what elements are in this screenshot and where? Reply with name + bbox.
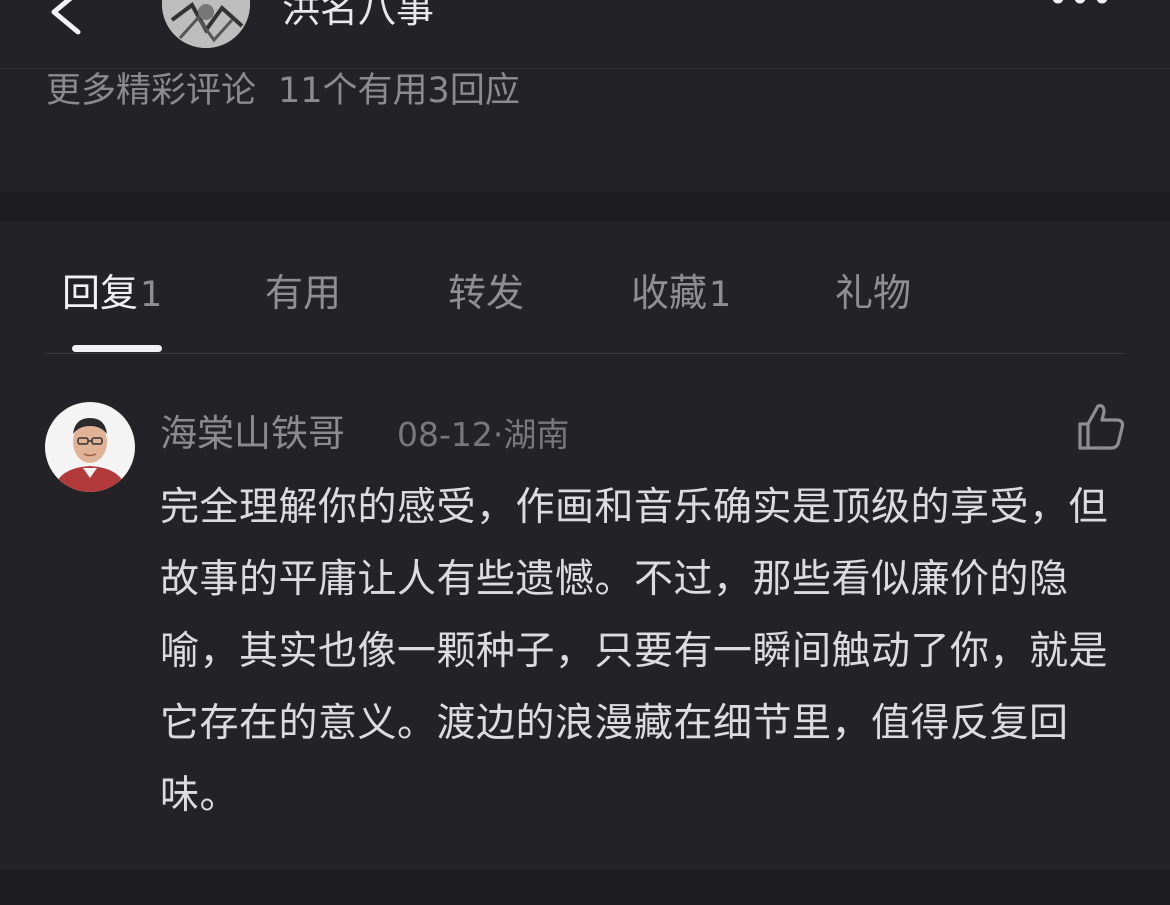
active-tab-indicator [72, 345, 162, 352]
reply-avatar[interactable] [45, 402, 135, 492]
more-dots-icon[interactable] [1048, 0, 1138, 12]
tabs-divider [45, 353, 1125, 354]
chevron-left-icon[interactable] [44, 0, 88, 36]
tab-favorites[interactable]: 收藏1 [631, 262, 731, 317]
bottom-area [0, 870, 1170, 905]
tab-replies-count: 1 [140, 275, 163, 315]
tab-useful-label: 有用 [265, 271, 342, 315]
reply-text: 完全理解你的感受，作画和音乐确实是顶级的享受，但故事的平庸让人有些遗憾。不过，那… [160, 485, 1109, 818]
more-comments-label: 更多精彩评论 [46, 71, 257, 111]
reply-meta: 08-12·湖南 [397, 415, 570, 454]
tab-repost-label: 转发 [448, 271, 525, 315]
tab-useful[interactable]: 有用 [265, 262, 341, 317]
comment-stats: 11个有用3回应 [278, 71, 520, 111]
author-avatar[interactable] [162, 0, 250, 48]
reply-author[interactable]: 海棠山铁哥 [160, 403, 345, 457]
tab-favorites-count: 1 [709, 275, 732, 315]
tab-gifts-label: 礼物 [835, 271, 912, 315]
tab-replies[interactable]: 回复1 [62, 262, 162, 317]
thumbs-up-icon[interactable] [1074, 400, 1128, 454]
comment-card: 更多精彩评论 11个有用3回应 [0, 69, 1170, 192]
page-title: 洪名八事 [282, 0, 435, 31]
top-bar: 洪名八事 [0, 0, 1170, 69]
tab-favorites-label: 收藏 [631, 271, 708, 315]
tab-gifts[interactable]: 礼物 [835, 262, 911, 317]
tab-replies-label: 回复 [62, 271, 139, 315]
more-comments-link[interactable]: 更多精彩评论 11个有用3回应 [46, 62, 520, 113]
tab-repost[interactable]: 转发 [448, 262, 524, 317]
